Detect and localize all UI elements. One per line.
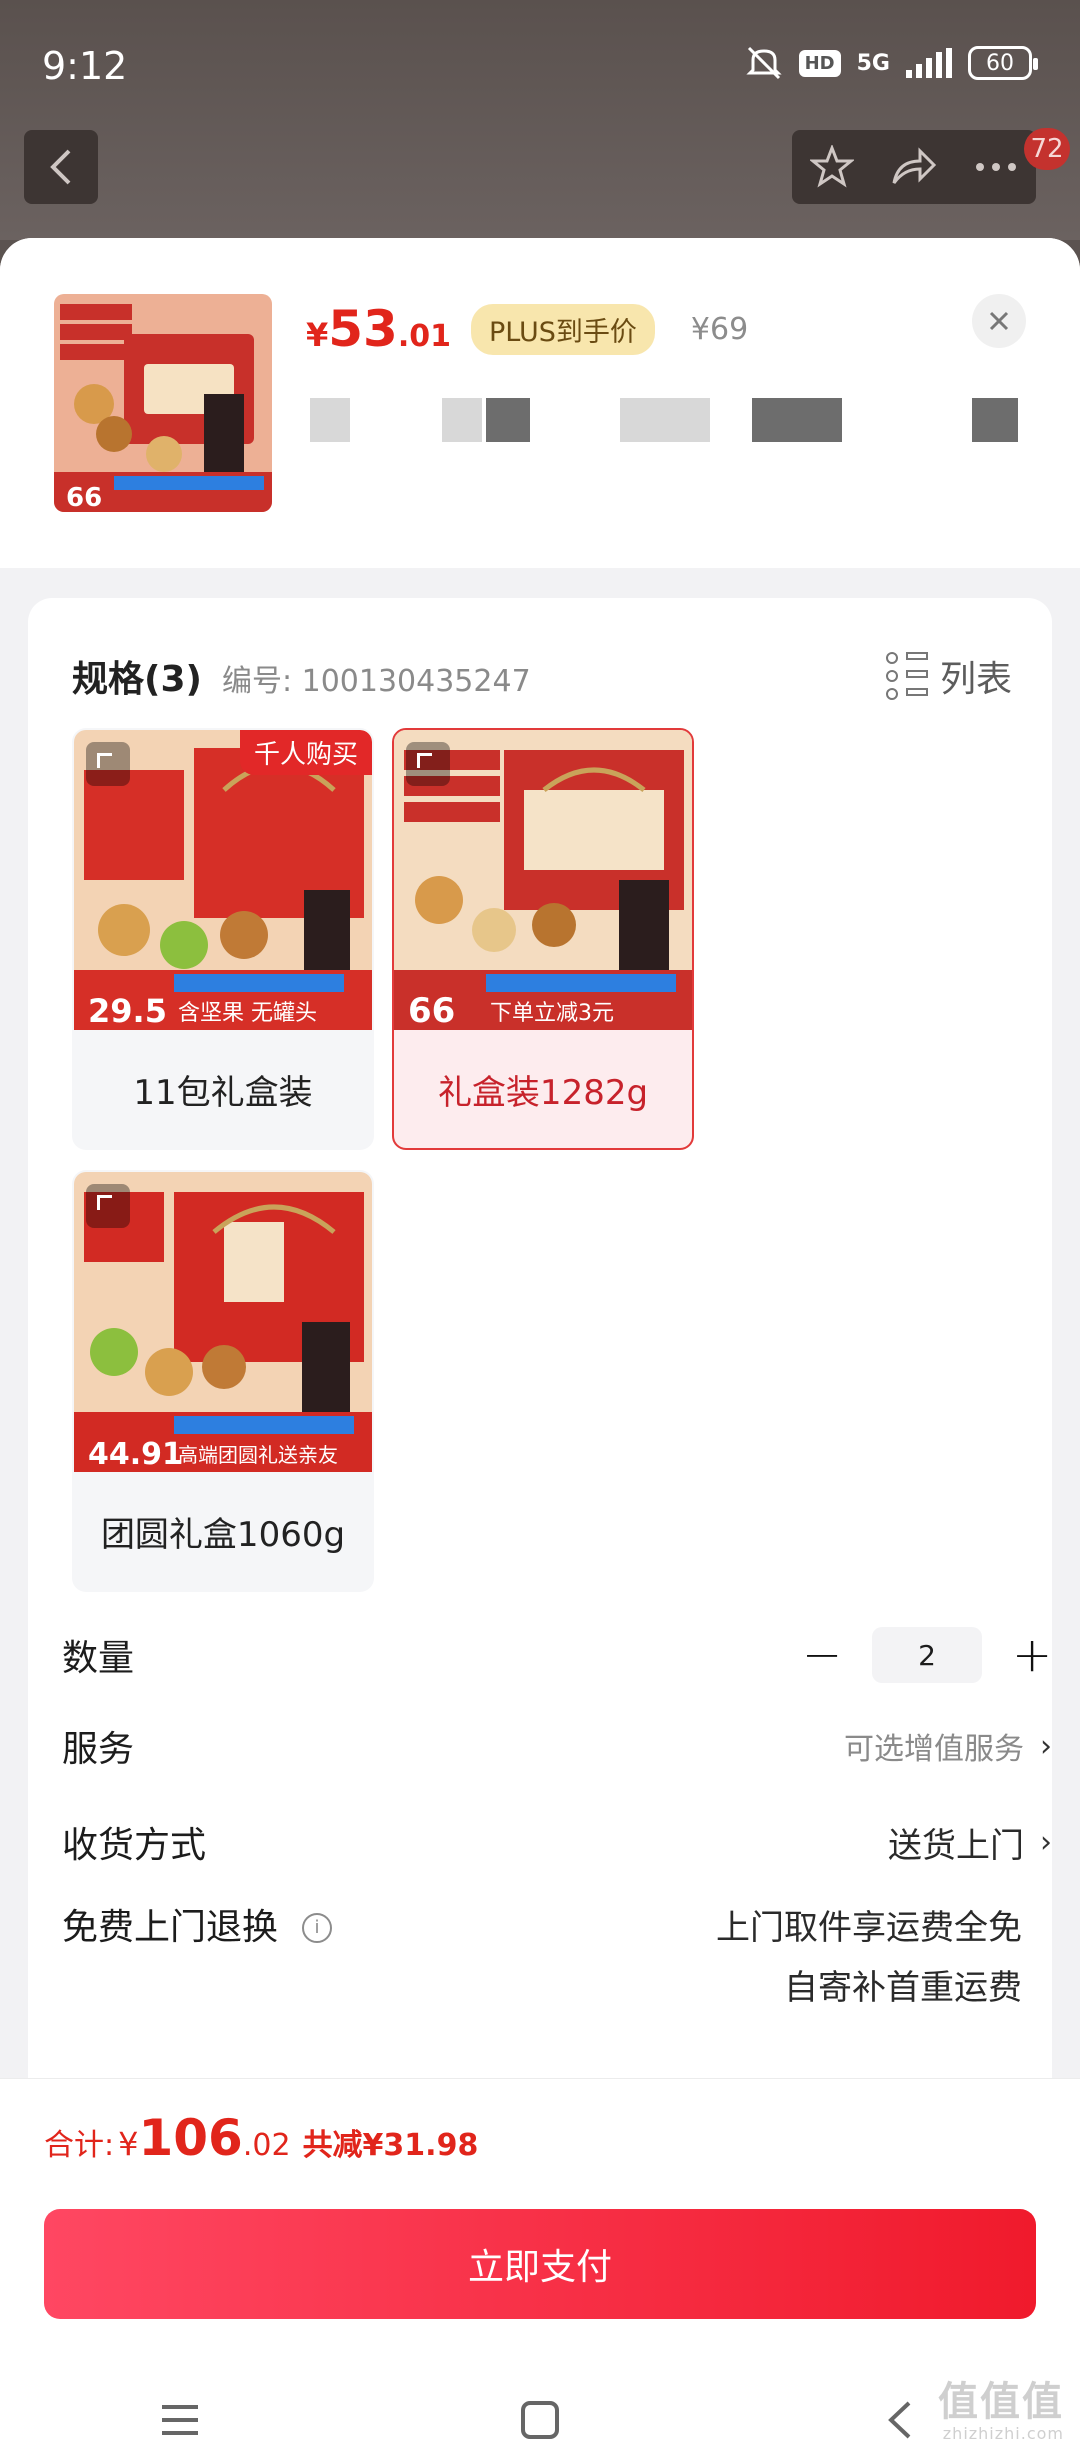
back-nav-button[interactable] xyxy=(860,2400,940,2440)
back-triangle-icon xyxy=(888,2401,911,2439)
total-integer: 106 xyxy=(138,2109,243,2167)
signal-icon xyxy=(906,48,952,78)
delivery-row[interactable]: 收货方式 送货上门 › xyxy=(62,1802,1052,1882)
service-label: 服务 xyxy=(62,1729,135,1770)
system-navigation-bar xyxy=(0,2379,1080,2460)
list-icon xyxy=(885,652,928,700)
service-value: 可选增值服务 › xyxy=(844,1724,1052,1768)
variant-option[interactable]: 44.91 高端团圆礼送亲友 团圆礼盒1060g xyxy=(72,1170,374,1592)
variant-label: 团圆礼盒1060g xyxy=(100,1514,346,1555)
quantity-label: 数量 xyxy=(62,1638,135,1679)
battery-icon: 60 xyxy=(968,46,1038,80)
list-view-toggle[interactable]: 列表 xyxy=(885,650,1012,702)
redacted-info-row xyxy=(306,398,1026,444)
info-icon[interactable]: i xyxy=(302,1913,333,1943)
variant-option-selected[interactable]: 66 下单立减3元 礼盒装1282g xyxy=(392,728,694,1150)
free-return-label: 免费上门退换 xyxy=(62,1907,279,1948)
more-icon[interactable] xyxy=(974,161,1018,173)
network-type: 5G xyxy=(856,50,890,76)
back-button[interactable] xyxy=(24,130,98,204)
product-code: 编号: 100130435247 xyxy=(221,664,531,699)
total-decimal: .02 xyxy=(242,2128,291,2163)
variant-image-price: 66 xyxy=(408,991,455,1030)
free-return-line-2: 自寄补首重运费 xyxy=(784,1968,1022,2008)
free-return-row: 免费上门退换 i 上门取件享运费全免 自寄补首重运费 xyxy=(62,1898,1052,2028)
watermark-url: zhizhizhi.com xyxy=(942,2424,1064,2443)
free-return-details: 上门取件享运费全免 自寄补首重运费 xyxy=(716,1898,1052,2018)
price-currency: ¥ xyxy=(306,316,329,354)
total-currency: ¥ xyxy=(118,2125,139,2163)
service-row[interactable]: 服务 可选增值服务 › xyxy=(62,1706,1052,1786)
spec-header: 规格(3) 编号: 100130435247 xyxy=(72,650,531,702)
watermark: 值值值 zhizhizhi.com xyxy=(938,2382,1064,2442)
current-price: ¥53.01 xyxy=(306,300,451,358)
spec-title: 规格(3) xyxy=(72,659,202,700)
menu-icon xyxy=(162,2405,198,2435)
home-nav-button[interactable] xyxy=(500,2400,580,2440)
hd-icon: HD xyxy=(798,49,841,77)
original-price: ¥69 xyxy=(690,311,749,347)
zoom-icon[interactable] xyxy=(406,742,450,786)
total-savings: 共减¥31.98 xyxy=(302,2128,479,2163)
status-icons: HD 5G 60 xyxy=(745,46,1038,80)
spec-selection-sheet: 66 ¥53.01 PLUS到手价 ¥69 规格(3) 编号: 10013043… xyxy=(0,238,1080,2460)
spec-card: 规格(3) 编号: 100130435247 列表 29.5 含坚果 无罐头 千… xyxy=(28,598,1052,2298)
plus-price-badge: PLUS到手价 xyxy=(471,303,655,355)
decrement-button[interactable]: − xyxy=(802,1627,842,1683)
variant-label: 11包礼盒装 xyxy=(133,1072,313,1113)
variant-label: 礼盒装1282g xyxy=(437,1072,649,1113)
battery-level: 60 xyxy=(986,50,1014,76)
quantity-input[interactable]: 2 xyxy=(872,1627,982,1683)
variant-image-caption: 高端团圆礼送亲友 xyxy=(178,1443,338,1467)
home-square-icon xyxy=(521,2401,559,2439)
increment-button[interactable]: + xyxy=(1012,1627,1052,1683)
price-decimal: .01 xyxy=(397,319,452,354)
checkout-footer: 合计: ¥ 106 .02 共减¥31.98 立即支付 值值值 zhizhizh… xyxy=(0,2078,1080,2460)
variant-image-caption: 含坚果 无罐头 xyxy=(178,1001,317,1026)
free-return-line-1: 上门取件享运费全免 xyxy=(716,1908,1022,1948)
chevron-right-icon: › xyxy=(1040,1824,1052,1860)
quantity-row: 数量 − 2 + xyxy=(62,1620,1052,1690)
service-value-text: 可选增值服务 xyxy=(844,1732,1024,1767)
svg-text:66: 66 xyxy=(66,483,102,512)
menu-nav-button[interactable] xyxy=(140,2403,220,2437)
product-thumbnail[interactable]: 66 xyxy=(54,294,272,512)
star-icon[interactable] xyxy=(810,145,854,189)
close-button[interactable] xyxy=(972,294,1026,348)
variant-image-price: 29.5 xyxy=(88,992,167,1030)
total-label: 合计: xyxy=(44,2128,115,2163)
delivery-value-text: 送货上门 xyxy=(888,1825,1024,1866)
free-return-label-group: 免费上门退换 i xyxy=(62,1898,333,1958)
chevron-right-icon: › xyxy=(1040,1728,1052,1764)
variant-image-price: 44.91 xyxy=(88,1437,183,1472)
pay-now-button[interactable]: 立即支付 xyxy=(44,2209,1036,2319)
watermark-logo-text: 值值值 xyxy=(938,2379,1064,2425)
delivery-label: 收货方式 xyxy=(62,1825,207,1866)
quantity-stepper: − 2 + xyxy=(802,1627,1052,1683)
status-time: 9:12 xyxy=(42,44,128,88)
popular-tag: 千人购买 xyxy=(239,730,372,775)
status-bar: 9:12 HD 5G 60 xyxy=(0,0,1080,120)
price-integer: 53 xyxy=(328,300,398,358)
product-summary: 66 ¥53.01 PLUS到手价 ¥69 xyxy=(0,238,1080,568)
list-toggle-label: 列表 xyxy=(939,659,1012,700)
top-action-group xyxy=(792,130,1036,204)
variant-image-caption: 下单立减3元 xyxy=(490,1001,614,1026)
delivery-value: 送货上门 › xyxy=(888,1818,1052,1867)
zoom-icon[interactable] xyxy=(86,742,130,786)
mute-icon xyxy=(745,46,782,80)
share-icon[interactable] xyxy=(890,147,938,187)
chevron-left-icon xyxy=(50,149,71,185)
price-row: ¥53.01 PLUS到手价 ¥69 xyxy=(306,300,748,358)
message-count-badge: 72 xyxy=(1024,128,1070,170)
zoom-icon[interactable] xyxy=(86,1184,130,1228)
order-total: 合计: ¥ 106 .02 共减¥31.98 xyxy=(44,2109,478,2167)
variant-option[interactable]: 29.5 含坚果 无罐头 千人购买 11包礼盒装 xyxy=(72,728,374,1150)
close-icon xyxy=(989,311,1009,331)
